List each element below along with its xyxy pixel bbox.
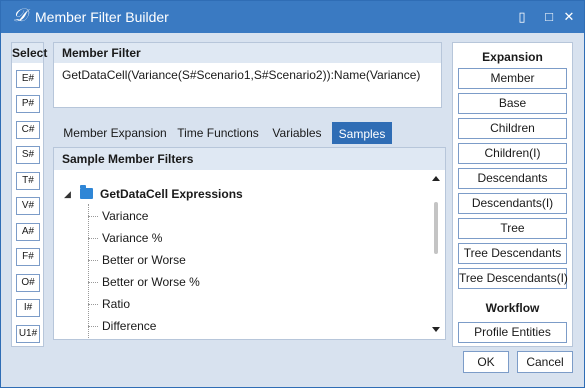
tab-variables[interactable]: Variables: [265, 122, 329, 144]
select-header: Select: [12, 43, 47, 63]
tree-scrollbar[interactable]: [429, 172, 443, 338]
select-v-button[interactable]: V#: [16, 197, 40, 215]
tree-item-label: Ratio: [102, 297, 131, 311]
children-i-button[interactable]: Children(I): [458, 143, 567, 164]
folder-icon: [80, 185, 93, 199]
select-panel: Select E# P# C# S# T# V# A# F# O# I# U1#: [11, 42, 47, 347]
tree-item-label: Better or Worse %: [102, 275, 200, 289]
clipped-tree-row: [90, 172, 170, 175]
tree-connector: [88, 238, 98, 239]
select-i-button[interactable]: I#: [16, 299, 40, 317]
tab-samples[interactable]: Samples: [332, 122, 392, 144]
collapse-arrow-icon[interactable]: ◢: [64, 186, 71, 202]
title-bar[interactable]: 𝒟 Member Filter Builder ▯ □ ✕: [1, 1, 584, 33]
expansion-header: Expansion: [482, 50, 543, 64]
select-t-button[interactable]: T#: [16, 172, 40, 190]
scroll-down-arrow-icon[interactable]: [432, 327, 440, 332]
member-filter-panel: Member Filter GetDataCell(Variance(S#Sce…: [53, 42, 442, 108]
samples-header: Sample Member Filters: [54, 148, 445, 170]
tree-button[interactable]: Tree: [458, 218, 567, 239]
select-s-button[interactable]: S#: [16, 146, 40, 164]
scroll-thumb[interactable]: [434, 202, 438, 254]
tree-descendants-i-button[interactable]: Tree Descendants(I): [458, 268, 568, 289]
tree-connector: [88, 326, 98, 327]
window-title: Member Filter Builder: [35, 9, 169, 25]
select-u1-button[interactable]: U1#: [16, 325, 40, 343]
descendants-i-button[interactable]: Descendants(I): [458, 193, 567, 214]
tab-member-expansion[interactable]: Member Expansion: [61, 122, 169, 144]
tree-descendants-button[interactable]: Tree Descendants: [458, 243, 567, 264]
member-filter-header: Member Filter: [54, 43, 441, 63]
cancel-button[interactable]: Cancel: [517, 351, 573, 373]
member-filter-builder-window: 𝒟 Member Filter Builder ▯ □ ✕ Select E# …: [0, 0, 585, 388]
tree-item-label: Better or Worse: [102, 253, 186, 267]
base-button[interactable]: Base: [458, 93, 567, 114]
select-o-button[interactable]: O#: [16, 274, 40, 292]
select-e-button[interactable]: E#: [16, 70, 40, 88]
member-filter-input[interactable]: GetDataCell(Variance(S#Scenario1,S#Scena…: [62, 68, 420, 82]
tree-connector: [88, 260, 98, 261]
tab-time-functions[interactable]: Time Functions: [173, 122, 263, 144]
tree-item-label: Variance: [102, 209, 149, 223]
tree-connector: [88, 216, 98, 217]
tree-connector: [88, 204, 89, 338]
member-button[interactable]: Member: [458, 68, 567, 89]
workflow-header: Workflow: [485, 301, 540, 315]
select-p-button[interactable]: P#: [16, 95, 40, 113]
tree-item-label: Variance %: [102, 231, 163, 245]
tree-connector: [88, 282, 98, 283]
app-logo-icon: 𝒟: [12, 5, 28, 26]
sample-tree: ◢ GetDataCell Expressions Variance Varia…: [58, 172, 428, 338]
select-f-button[interactable]: F#: [16, 248, 40, 266]
children-button[interactable]: Children: [458, 118, 567, 139]
expansion-panel: Expansion Member Base Children Children(…: [452, 42, 573, 347]
select-a-button[interactable]: A#: [16, 223, 40, 241]
scroll-up-arrow-icon[interactable]: [432, 176, 440, 181]
tree-connector: [88, 304, 98, 305]
tree-item-label: Difference: [102, 319, 157, 333]
dialog-body: Select E# P# C# S# T# V# A# F# O# I# U1#…: [1, 33, 584, 387]
profile-entities-button[interactable]: Profile Entities: [458, 322, 567, 343]
ok-button[interactable]: OK: [463, 351, 509, 373]
tree-node-label: GetDataCell Expressions: [100, 187, 243, 201]
restore-icon[interactable]: ▯: [513, 8, 531, 26]
close-icon[interactable]: ✕: [560, 8, 578, 26]
select-c-button[interactable]: C#: [16, 121, 40, 139]
maximize-icon[interactable]: □: [540, 8, 558, 26]
samples-panel: Sample Member Filters ◢ GetDataCell Expr…: [53, 147, 446, 340]
descendants-button[interactable]: Descendants: [458, 168, 567, 189]
